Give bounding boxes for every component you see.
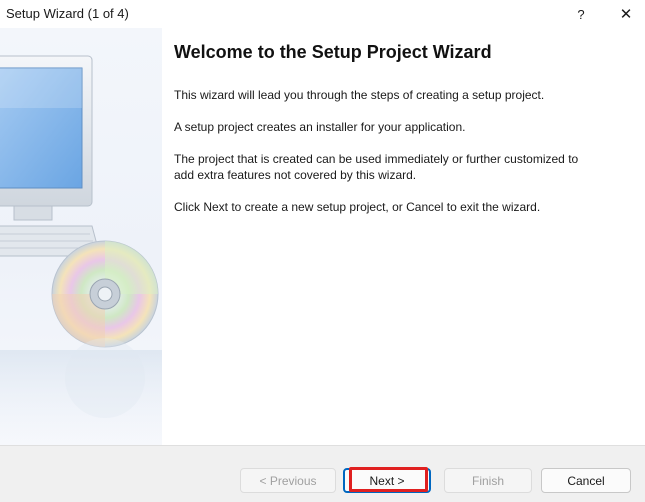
close-icon: ✕ (619, 6, 633, 23)
window-title: Setup Wizard (1 of 4) (6, 6, 129, 21)
usage-paragraph: The project that is created can be used … (174, 152, 579, 182)
help-button[interactable]: ? (566, 0, 596, 28)
intro-paragraph: This wizard will lead you through the st… (174, 88, 545, 102)
computer-cd-illustration (0, 55, 162, 445)
description-paragraph: A setup project creates an installer for… (174, 120, 466, 134)
instructions-paragraph: Click Next to create a new setup project… (174, 200, 541, 214)
close-button[interactable]: ✕ (610, 0, 642, 28)
previous-button[interactable]: < Previous (240, 468, 336, 493)
page-title: Welcome to the Setup Project Wizard (174, 42, 492, 62)
next-button[interactable]: Next > (343, 468, 431, 493)
button-bar: < Previous Next > Finish Cancel (0, 445, 645, 502)
wizard-side-image (0, 28, 162, 445)
wizard-content: Welcome to the Setup Project Wizard This… (162, 28, 645, 445)
help-icon: ? (577, 6, 585, 22)
cancel-button[interactable]: Cancel (541, 468, 631, 493)
finish-button[interactable]: Finish (444, 468, 532, 493)
title-bar: Setup Wizard (1 of 4) ? ✕ (0, 0, 645, 28)
